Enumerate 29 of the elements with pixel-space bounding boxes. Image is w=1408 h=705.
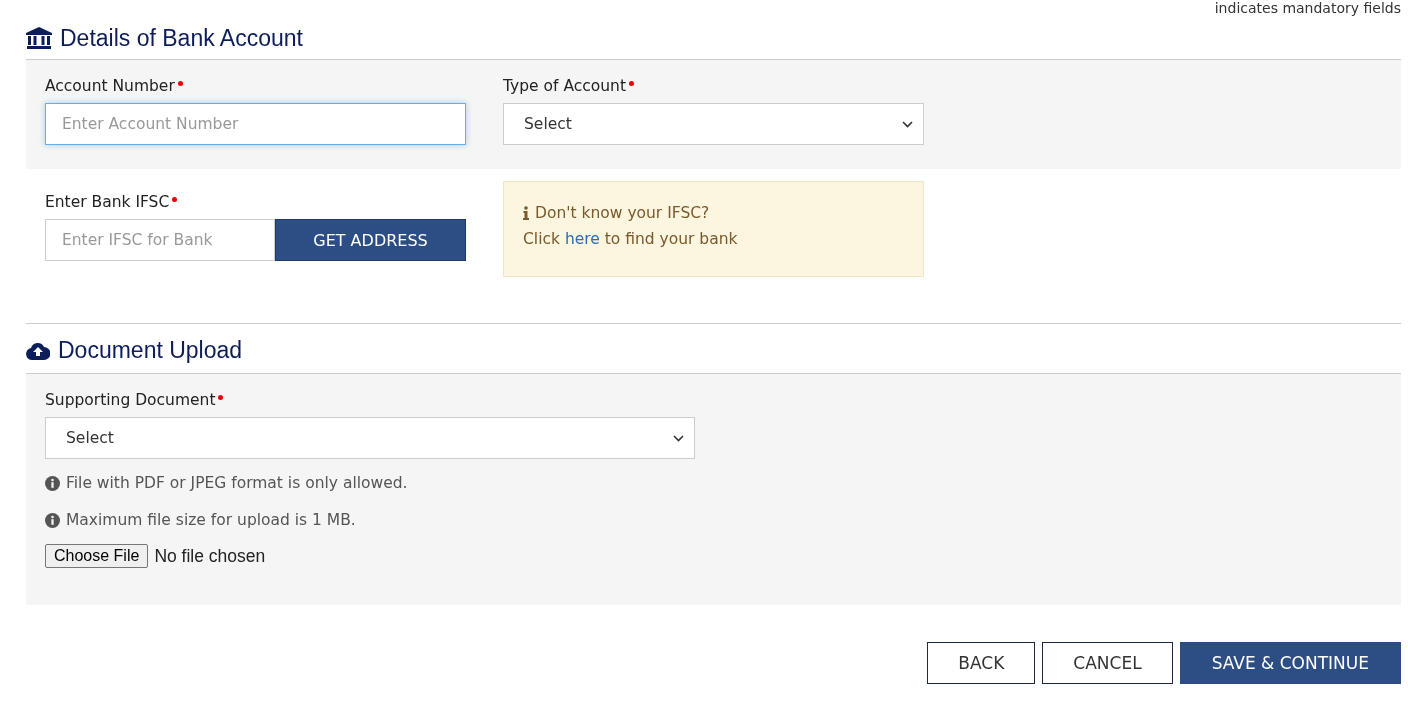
- field-label: Supporting Document: [45, 391, 224, 409]
- document-type-select[interactable]: Select: [45, 417, 695, 459]
- note-text: Maximum file size for upload is 1 MB.: [66, 511, 356, 529]
- info-icon: [523, 206, 529, 220]
- chevron-down-icon: [673, 434, 684, 442]
- secondary-button[interactable]: CANCEL: [1042, 642, 1173, 684]
- mandatory-note: indicates mandatory fields: [1214, 0, 1401, 17]
- choose-file-button[interactable]: Choose File: [45, 544, 149, 568]
- note-text: File with PDF or JPEG format is only allowed.: [66, 474, 408, 492]
- chevron-down-icon: [902, 120, 913, 128]
- field-label: Account Number: [45, 77, 183, 95]
- cloud-upload-icon: [26, 341, 50, 360]
- file-status: No file chosen: [154, 545, 266, 567]
- account-number-field[interactable]: Enter Account Number: [45, 103, 466, 145]
- field-label: Type of Account: [503, 77, 634, 95]
- account-type-select[interactable]: Select: [503, 103, 924, 145]
- bank-icon: [26, 27, 52, 49]
- primary-button[interactable]: SAVE & CONTINUE: [1179, 642, 1401, 684]
- info-icon: [45, 475, 60, 491]
- secondary-button[interactable]: BACK: [927, 642, 1036, 684]
- help-title: Don't know your IFSC?: [535, 203, 710, 224]
- get-address-button[interactable]: GET ADDRESS: [275, 219, 466, 261]
- field-label: Enter Bank IFSC: [45, 193, 178, 211]
- info-icon: [45, 512, 60, 528]
- help-text: Click here to find your bank: [523, 229, 739, 250]
- section-title: Details of Bank Account: [60, 24, 303, 52]
- section-title: Document Upload: [58, 337, 243, 364]
- here-link[interactable]: here: [564, 230, 600, 248]
- ifsc-field[interactable]: Enter IFSC for Bank: [45, 219, 275, 261]
